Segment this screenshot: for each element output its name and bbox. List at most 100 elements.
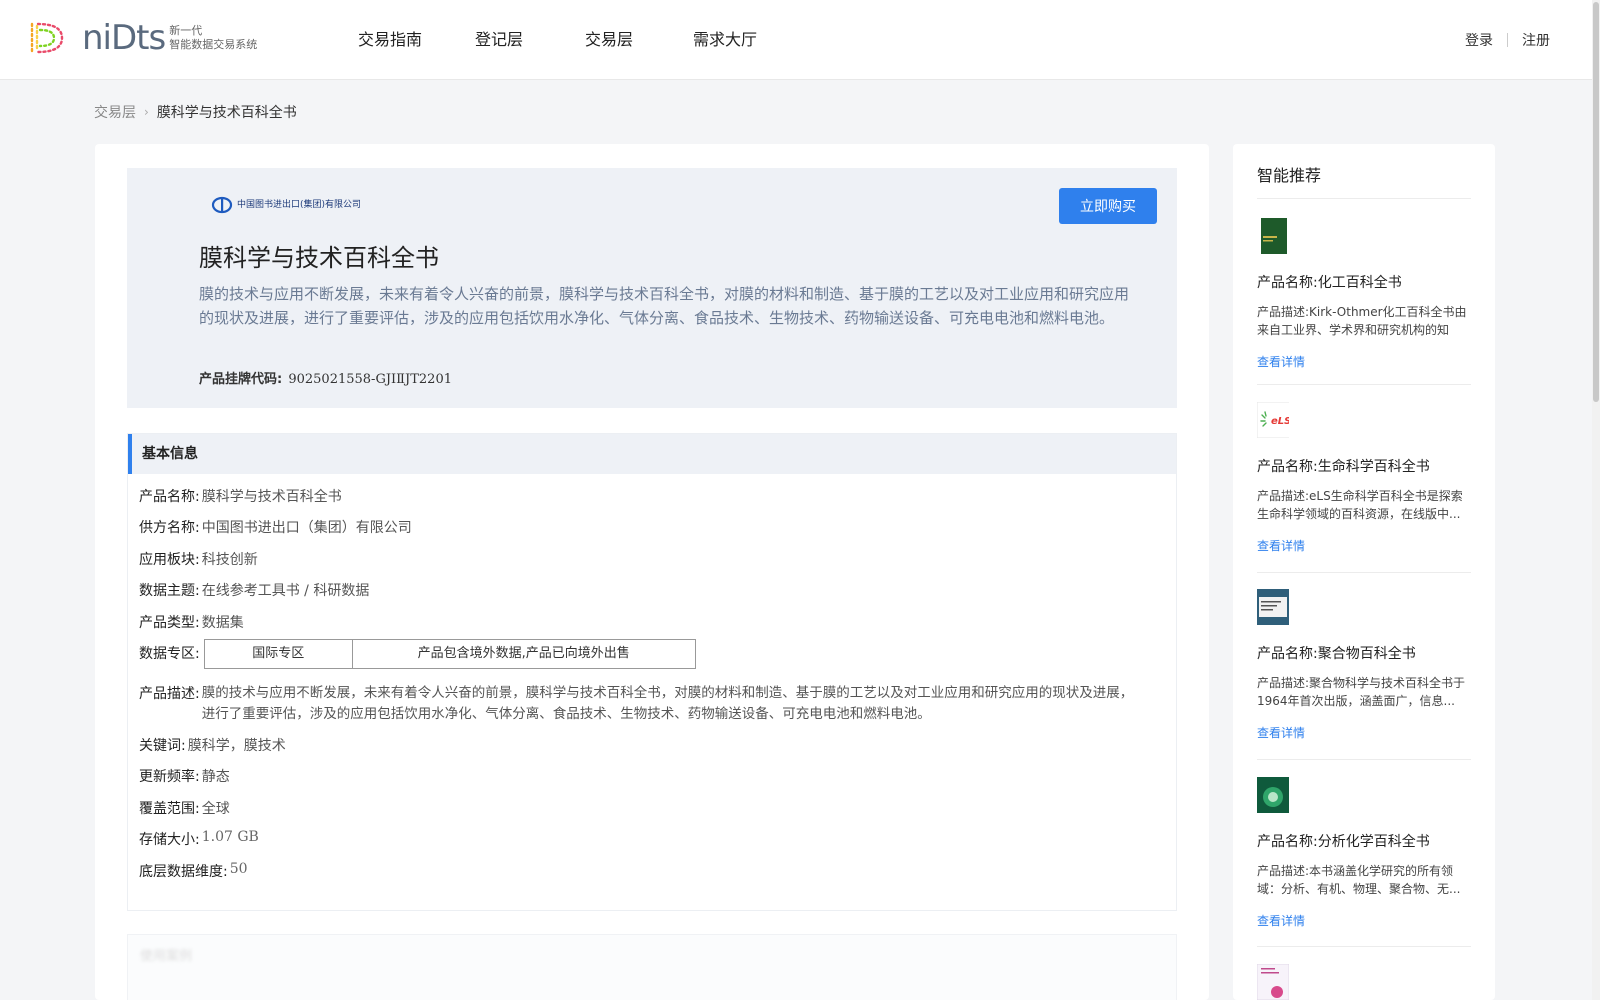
svg-text:eLS: eLS [1271,416,1289,427]
field-size: 存储大小: 1.07 GB [139,829,259,849]
field-label: 存储大小: [139,832,200,848]
main-nav: 交易指南 登记层 交易层 需求大厅 [358,0,793,80]
recommendation-name: 产品名称:化工百科全书 [1257,272,1471,292]
page-scrollbar[interactable] [1592,0,1600,1000]
basic-info-section: 基本信息 产品名称: 膜科学与技术百科全书 供方名称: 中国图书进出口（集团）有… [127,433,1177,911]
field-product-name: 产品名称: 膜科学与技术百科全书 [139,486,342,506]
field-supplier: 供方名称: 中国图书进出口（集团）有限公司 [139,517,412,537]
field-value: 中国图书进出口（集团）有限公司 [201,520,412,536]
recommendation-item: eLS 产品名称:生命科学百科全书 产品描述:eLS生命科学百科全书是探索生命科… [1256,401,1471,554]
desc-prefix: 产品描述: [1257,864,1310,878]
field-description: 产品描述: 膜的技术与应用不断发展，未来有着令人兴奋的前景，膜科学与技术百科全书… [139,683,1142,725]
book-cover-thumbnail[interactable] [1257,777,1289,813]
breadcrumb-current: 膜科学与技术百科全书 [156,105,297,121]
field-label: 产品描述: [139,686,200,702]
supplier-logo: 中国图书进出口(集团)有限公司 [211,196,361,214]
book-cover-thumbnail[interactable]: eLS [1256,401,1294,439]
brand-wordmark: niDts [82,18,166,58]
field-value: 数据集 [201,615,244,631]
field-frequency: 更新频率: 静态 [139,766,230,786]
desc-prefix: 产品描述: [1257,489,1310,503]
register-link[interactable]: 注册 [1522,30,1550,50]
nav-registry-layer[interactable]: 登记层 [475,0,585,80]
field-label: 产品名称: [139,489,200,505]
field-topic: 数据主题: 在线参考工具书 / 科研数据 [139,580,369,600]
usage-cases-section: 使用案例 [127,934,1177,1000]
view-details-link[interactable]: 查看详情 [1257,353,1471,370]
auth-links: 登录 注册 [1465,30,1550,50]
book-cover-thumbnail[interactable] [1257,589,1289,625]
product-summary: 膜的技术与应用不断发展，未来有着令人兴奋的前景，膜科学与技术百科全书，对膜的材料… [199,285,1130,327]
product-detail-panel: 中国图书进出口(集团)有限公司 立即购买 膜科学与技术百科全书 膜的技术与应用不… [95,144,1209,1000]
scrollbar-thumb[interactable] [1593,2,1599,402]
listing-code: 产品挂牌代码: 9025021558-GJIⅡJT2201 [199,368,452,387]
field-coverage: 覆盖范围: 全球 [139,798,230,818]
field-value: 全球 [201,801,230,817]
field-label: 数据主题: [139,583,200,599]
view-details-link[interactable]: 查看详情 [1257,724,1471,741]
recommendation-desc: 产品描述:聚合物科学与技术百科全书于1964年首次出版，涵盖面广，信息... [1257,674,1471,710]
desc-prefix: 产品描述: [1257,676,1310,690]
chevron-right-icon: › [144,105,149,119]
brand-sub-line-1: 新一代 [169,24,203,37]
view-details-link[interactable]: 查看详情 [1257,912,1471,929]
book-cover-thumbnail[interactable] [1256,963,1290,1000]
brand-logo[interactable]: niDts 新一代 智能数据交易系统 [28,18,257,58]
field-label: 覆盖范围: [139,801,200,817]
book-cover-thumbnail[interactable] [1257,218,1289,254]
field-label: 供方名称: [139,520,200,536]
recommendation-name: 产品名称:聚合物百科全书 [1257,643,1471,663]
field-label: 应用板块: [139,552,200,568]
field-label: 产品类型: [139,615,200,631]
field-label: 底层数据维度: [139,864,228,880]
buy-now-button[interactable]: 立即购买 [1059,188,1157,224]
auth-divider [1507,33,1508,47]
recommendation-name: 产品名称:分析化学百科全书 [1257,831,1471,851]
brand-mark-icon [30,22,64,54]
field-value: 50 [229,861,248,877]
supplier-logo-text: 中国图书进出口(集团)有限公司 [237,199,362,210]
field-label: 更新频率: [139,769,200,785]
recommendation-desc: 产品描述:本书涵盖化学研究的所有领域：分析、有机、物理、聚合物、无... [1257,862,1471,898]
field-value: 膜的技术与应用不断发展，未来有着令人兴奋的前景，膜科学与技术百科全书，对膜的材料… [201,685,1134,722]
breadcrumb-parent-link[interactable]: 交易层 [94,102,136,122]
field-sector: 应用板块: 科技创新 [139,549,258,569]
divider [1257,384,1471,385]
divider [1257,572,1471,573]
divider [1257,198,1471,199]
basic-info-heading: 基本信息 [128,434,1176,474]
name-value: 分析化学百科全书 [1317,834,1430,850]
login-link[interactable]: 登录 [1465,30,1493,50]
listing-code-label: 产品挂牌代码: [199,372,283,387]
name-value: 生命科学百科全书 [1317,459,1430,475]
desc-prefix: 产品描述: [1257,305,1310,319]
name-value: 化工百科全书 [1317,275,1402,291]
field-value: 在线参考工具书 / 科研数据 [201,583,370,599]
field-value: 1.07 GB [201,829,259,845]
divider [1257,759,1471,760]
divider [1257,946,1471,947]
nav-demand-hall[interactable]: 需求大厅 [693,0,793,80]
listing-code-value: 9025021558-GJIⅡJT2201 [288,372,452,387]
nav-trading-layer[interactable]: 交易层 [585,0,693,80]
field-type: 产品类型: 数据集 [139,612,244,632]
name-value: 聚合物百科全书 [1317,646,1416,662]
recommendation-desc: 产品描述:Kirk-Othmer化工百科全书由来自工业界、学术界和研究机构的知识… [1257,303,1471,339]
name-prefix: 产品名称: [1257,275,1318,291]
name-prefix: 产品名称: [1257,646,1318,662]
top-header: niDts 新一代 智能数据交易系统 交易指南 登记层 交易层 需求大厅 登录 … [0,0,1600,80]
zone-name: 国际专区 [205,640,353,668]
zone-table: 国际专区 产品包含境外数据,产品已向境外出售 [203,639,696,669]
product-title: 膜科学与技术百科全书 [199,244,439,272]
usage-cases-heading: 使用案例 [140,949,193,964]
sidebar-title: 智能推荐 [1257,166,1322,185]
nav-trade-guide[interactable]: 交易指南 [358,0,475,80]
field-value: 科技创新 [201,552,258,568]
name-prefix: 产品名称: [1257,459,1318,475]
product-hero: 中国图书进出口(集团)有限公司 立即购买 膜科学与技术百科全书 膜的技术与应用不… [127,168,1177,408]
view-details-link[interactable]: 查看详情 [1257,537,1471,554]
field-keywords: 关键词: 膜科学，膜技术 [139,735,286,755]
recommendation-desc: 产品描述:eLS生命科学百科全书是探索生命科学领域的百科资源，在线版中... [1257,487,1471,523]
cnpiec-logo-icon [211,196,233,214]
field-value: 膜科学与技术百科全书 [201,489,342,505]
